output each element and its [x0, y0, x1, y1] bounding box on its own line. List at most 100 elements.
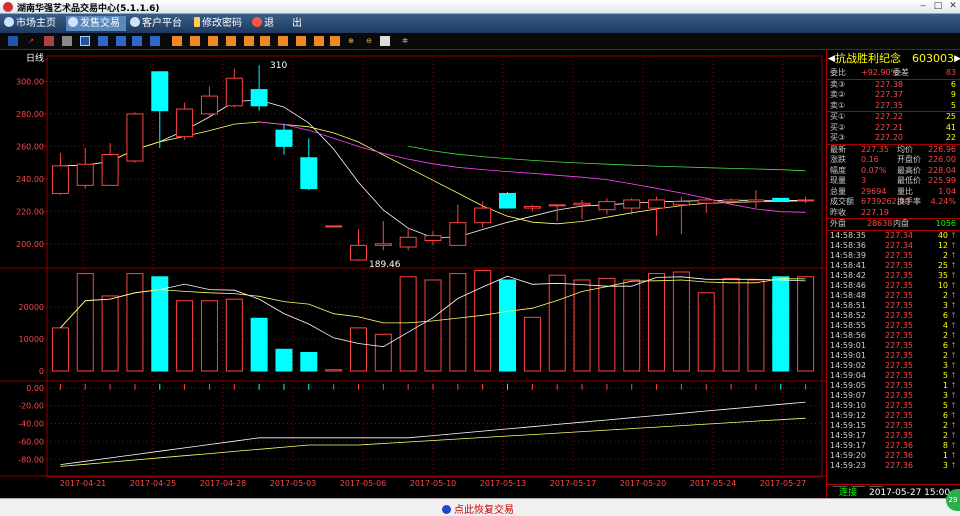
bar-chart-icon[interactable]: [8, 36, 18, 46]
minimize-button[interactable]: ‒: [916, 1, 930, 12]
period-9-icon[interactable]: [314, 36, 324, 46]
tick-time: 14:59:01: [830, 350, 866, 360]
high-price-label: 310: [270, 61, 287, 71]
buy-label: 买①: [830, 112, 846, 121]
date-axis-label: 2017-05-24: [690, 479, 737, 488]
tick-list[interactable]: 14:58:35 227.34 40 ↑ 14:58:36 227.34 12 ↑ 14:58:…: [827, 231, 960, 471]
diff-label: 委差: [893, 68, 909, 77]
box-1-icon[interactable]: [98, 36, 108, 46]
window-icon[interactable]: [80, 36, 90, 46]
zoom-out-icon[interactable]: ⊖: [364, 36, 374, 46]
tick-volume: 40: [937, 230, 948, 240]
buy-label: 买②: [830, 122, 846, 132]
stat-value: 0.07%: [861, 165, 887, 175]
candle-chart-icon[interactable]: [44, 36, 54, 46]
volume-axis-label: 0: [39, 367, 44, 376]
tick-row: 14:59:15 227.35 2 ↑: [827, 421, 960, 431]
tick-time: 14:59:04: [830, 370, 866, 380]
buy-row: 买② 227.21 41: [827, 123, 960, 134]
box-4-icon[interactable]: [150, 36, 160, 46]
candle-body: [151, 71, 169, 112]
period-7-icon[interactable]: [278, 36, 288, 46]
box-2-icon[interactable]: [116, 36, 126, 46]
gear-icon[interactable]: ✲: [400, 36, 410, 46]
tick-row: 14:59:10 227.35 5 ↑: [827, 401, 960, 411]
candle-body: [374, 243, 392, 246]
volume-bar: [623, 279, 641, 372]
kline-chart[interactable]: 300.00 280.00 260.00 240.00 220.00 200.00 2000…: [0, 50, 826, 498]
volume-bar: [374, 333, 392, 372]
tick-time: 14:58:56: [830, 330, 866, 340]
stat-row: 涨跌 0.16 开盘价 226.00: [827, 155, 960, 166]
close-button[interactable]: ✕: [946, 1, 960, 12]
sell-label: 卖③: [830, 79, 846, 89]
volume-bars: [51, 269, 815, 372]
line-chart-icon[interactable]: ↗: [26, 36, 36, 46]
tick-volume: 2: [942, 350, 948, 360]
status-bar: 点此恢复交易: [0, 498, 960, 516]
order-ratio-row: 委比 +92.90% 委差 83: [827, 68, 960, 79]
period-4-icon[interactable]: [226, 36, 236, 46]
tick-row: 14:58:48 227.35 2 ↑: [827, 291, 960, 301]
menu-label: 出: [292, 18, 302, 29]
stat-label: 现量: [830, 176, 846, 185]
tick-price: 227.35: [885, 390, 913, 400]
stat-row: 成交额 6739262.50 换手率 4.24%: [827, 197, 960, 208]
power-icon: [252, 17, 262, 27]
menu-change-password[interactable]: 修改密码: [192, 16, 248, 31]
period-2-icon[interactable]: [190, 36, 200, 46]
period-6-icon[interactable]: [260, 36, 270, 46]
app-logo-icon: [3, 2, 13, 12]
box-3-icon[interactable]: [132, 36, 142, 46]
tick-row: 14:59:01 227.35 2 ↑: [827, 351, 960, 361]
menu-market-home[interactable]: 市场主页: [2, 16, 64, 31]
tick-price: 227.35: [885, 400, 913, 410]
volume-bar: [523, 316, 541, 372]
zoom-in-icon[interactable]: ⊕: [346, 36, 356, 46]
menu-label: 退: [264, 18, 274, 29]
menu-trading[interactable]: 发售交易: [66, 16, 126, 31]
tick-price: 227.35: [885, 380, 913, 390]
period-3-icon[interactable]: [208, 36, 218, 46]
menu-label: 发售交易: [80, 18, 120, 29]
tick-volume: 3: [942, 360, 948, 370]
maximize-button[interactable]: □: [931, 1, 945, 12]
draw-icon[interactable]: [380, 36, 390, 46]
restore-trading-link[interactable]: 点此恢复交易: [442, 501, 514, 516]
buy-volume: 22: [945, 133, 956, 142]
tick-row: 14:59:01 227.35 6 ↑: [827, 341, 960, 351]
period-1-icon[interactable]: [172, 36, 182, 46]
tick-time: 14:59:01: [830, 340, 866, 350]
period-5-icon[interactable]: [244, 36, 254, 46]
prev-stock-icon[interactable]: ◀: [828, 50, 835, 68]
outer-label: 外盘: [830, 219, 846, 228]
menu-client-platform[interactable]: 客户平台: [128, 16, 190, 31]
menu-label: 市场主页: [16, 18, 56, 29]
period-10-icon[interactable]: [330, 36, 340, 46]
tick-volume: 2: [942, 290, 948, 300]
inner-value: 1056: [935, 219, 956, 228]
tick-volume: 12: [937, 240, 948, 250]
menu-exit-2[interactable]: 出: [290, 16, 306, 31]
candle-body: [349, 244, 367, 261]
next-stock-icon[interactable]: ▶: [954, 50, 960, 68]
stat-row: 总量 29694 量比 1.04: [827, 187, 960, 198]
stat-label: 最低价: [897, 176, 921, 185]
grid-icon[interactable]: [62, 36, 72, 46]
candle-body: [672, 201, 690, 206]
tick-volume: 3: [942, 300, 948, 310]
sell-price: 227.35: [875, 100, 903, 110]
menu-exit[interactable]: 退: [250, 16, 276, 31]
up-arrow-icon: ↑: [950, 450, 957, 460]
tick-row: 14:58:35 227.34 40 ↑: [827, 231, 960, 241]
volume-bar: [499, 279, 517, 372]
sell-label: 卖①: [830, 100, 846, 110]
tick-price: 227.35: [885, 410, 913, 420]
period-8-icon[interactable]: [296, 36, 306, 46]
candle-body: [275, 129, 293, 147]
candle-body: [797, 199, 815, 202]
date-axis-label: 2017-04-28: [200, 479, 247, 488]
tick-row: 14:59:23 227.36 3 ↑: [827, 461, 960, 471]
up-arrow-icon: ↑: [950, 250, 957, 260]
tick-time: 14:58:55: [830, 320, 866, 330]
